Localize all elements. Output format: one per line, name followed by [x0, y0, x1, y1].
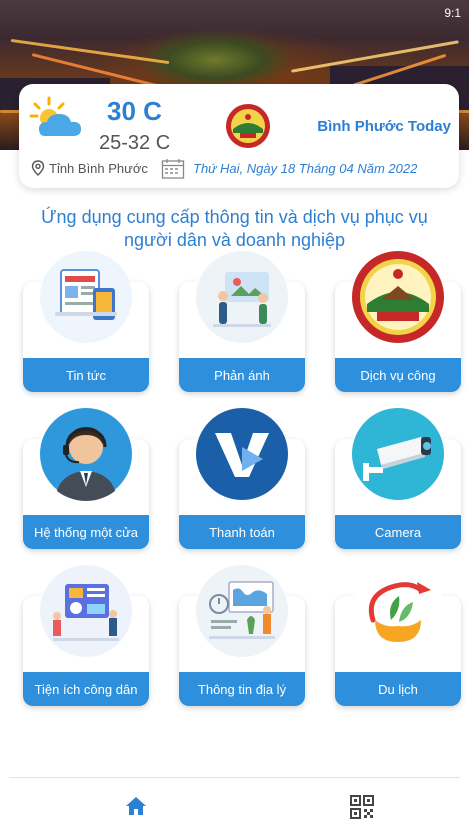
camera-icon	[351, 407, 445, 501]
tile-label: Thông tin địa lý	[179, 672, 305, 706]
feedback-icon	[195, 250, 289, 344]
home-icon	[126, 797, 146, 815]
service-tile-feedback[interactable]: Phản ánh	[179, 250, 305, 392]
service-tile-citizen-utility[interactable]: Tiện ích công dân	[23, 564, 149, 706]
sun-cloud-icon	[29, 96, 81, 136]
service-tile-payment[interactable]: Thanh toán	[179, 407, 305, 549]
tile-label: Dịch vụ công	[335, 358, 461, 392]
nav-home-button[interactable]	[125, 796, 147, 821]
citizen-utility-icon	[39, 564, 133, 658]
province-emblem-icon	[226, 104, 270, 148]
headline: Ứng dụng cung cấp thông tin và dịch vụ p…	[41, 207, 428, 250]
light-streak	[10, 38, 170, 65]
tile-label: Thanh toán	[179, 515, 305, 549]
bottom-navigation	[9, 777, 460, 835]
location-row[interactable]: Tỉnh Bình Phước	[31, 160, 148, 176]
news-icon	[39, 250, 133, 344]
current-date: Thứ Hai, Ngày 18 Tháng 04 Năm 2022	[193, 161, 418, 176]
tile-label: Phản ánh	[179, 358, 305, 392]
qr-code-icon	[350, 795, 374, 819]
tile-label: Tiện ích công dân	[23, 672, 149, 706]
location-pin-icon	[31, 160, 45, 176]
service-tile-public-service[interactable]: Dịch vụ công	[335, 250, 461, 392]
location-label: Tỉnh Bình Phước	[49, 160, 148, 176]
payment-icon	[195, 407, 289, 501]
service-tile-news[interactable]: Tin tức	[23, 250, 149, 392]
service-tile-one-stop[interactable]: Hệ thống một cửa	[23, 407, 149, 549]
service-tile-geo-info[interactable]: Thông tin địa lý	[179, 564, 305, 706]
service-tile-camera[interactable]: Camera	[335, 407, 461, 549]
tile-label: Camera	[335, 515, 461, 549]
service-tile-travel[interactable]: Du lịch	[335, 564, 461, 706]
tile-label: Du lịch	[335, 672, 461, 706]
weather-card: 30 C 25-32 C Bình Phước Today Tỉnh Bình …	[19, 84, 459, 188]
public-service-icon	[351, 250, 445, 344]
app-name: Bình Phước Today	[317, 118, 451, 135]
status-time: 9:1	[444, 6, 461, 20]
tile-label: Hệ thống một cửa	[23, 515, 149, 549]
calendar-icon	[161, 159, 185, 179]
temperature-range: 25-32 C	[99, 132, 171, 154]
travel-icon	[351, 564, 445, 658]
geo-info-icon	[195, 564, 289, 658]
current-temperature: 30 C	[107, 96, 162, 126]
one-stop-icon	[39, 407, 133, 501]
nav-qr-button[interactable]	[349, 794, 375, 825]
tile-label: Tin tức	[23, 358, 149, 392]
